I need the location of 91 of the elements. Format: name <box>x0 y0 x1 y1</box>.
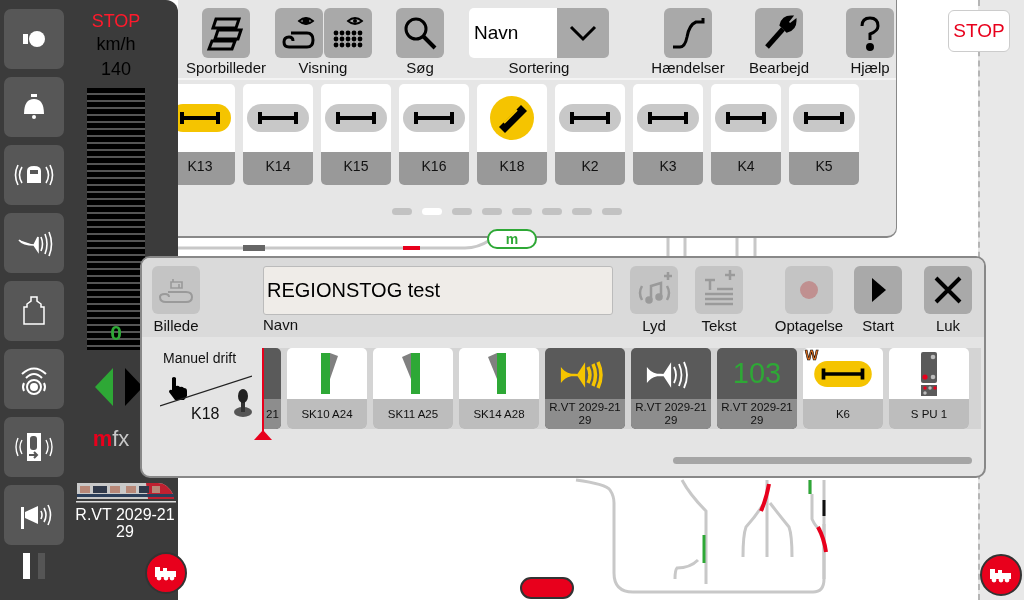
tile-label: K2 <box>555 152 625 185</box>
sequence-step[interactable]: R.VT 2029-21 29 <box>545 348 625 429</box>
toolbar-label: Visning <box>298 59 348 77</box>
article-tile[interactable]: K5 <box>789 84 859 185</box>
step-value: 103 <box>732 357 782 390</box>
button-label: Optagelse <box>774 317 844 335</box>
step-label: SK14 A28 <box>459 399 539 429</box>
step-label: R.VT 2029-21 29 <box>717 399 797 429</box>
reverse-arrow-icon[interactable] <box>95 368 113 406</box>
function-button[interactable] <box>4 77 64 137</box>
sequence-step[interactable]: SK11 A25 <box>373 348 453 429</box>
tile-label: K5 <box>789 152 859 185</box>
field-label: Navn <box>263 316 300 334</box>
toolbar-label: Søg <box>406 59 434 77</box>
chevron-down-icon <box>568 23 598 43</box>
stop-button[interactable]: STOP <box>948 10 1010 52</box>
toolbar-label: Hændelser <box>651 59 725 77</box>
step-label: K6 <box>803 399 883 429</box>
function-button[interactable] <box>4 213 64 273</box>
tag-letter: W <box>805 348 819 362</box>
function-button[interactable] <box>4 145 64 205</box>
toolbar-label: Bearbejd <box>748 59 809 77</box>
scrollbar[interactable] <box>673 457 972 464</box>
sequence-step[interactable]: 21 <box>264 348 281 429</box>
speed-unit: km/h <box>96 33 136 56</box>
step-label: R.VT 2029-21 29 <box>631 399 711 429</box>
step-label: S PU 1 <box>889 399 969 429</box>
events-button[interactable] <box>664 8 712 58</box>
sequence-step[interactable]: 103 R.VT 2029-21 29 <box>717 348 797 429</box>
forward-arrow-icon[interactable] <box>125 368 143 406</box>
sequence-step[interactable]: SK10 A24 <box>287 348 367 429</box>
block-marker[interactable] <box>520 577 574 599</box>
article-tile[interactable]: K2 <box>555 84 625 185</box>
tile-label: K18 <box>477 152 547 185</box>
hand-pointer-icon <box>167 376 187 400</box>
signal-icon <box>919 350 939 397</box>
function-button[interactable] <box>4 417 64 477</box>
function-button[interactable] <box>4 281 64 341</box>
search-button[interactable] <box>396 8 444 58</box>
edit-button[interactable] <box>755 8 803 58</box>
trigger-article: K18 <box>191 405 220 423</box>
view-button[interactable] <box>323 8 372 58</box>
article-tile[interactable]: K14 <box>243 84 313 185</box>
page-indicator-icon <box>23 553 47 579</box>
layouts-button[interactable] <box>202 8 250 58</box>
loco-name: R.VT 2029-21 29 <box>74 506 176 540</box>
article-tile[interactable]: K18 <box>477 84 547 185</box>
function-button[interactable] <box>4 349 64 409</box>
toolbar-label: Sortering <box>508 59 570 77</box>
function-button[interactable] <box>4 485 64 545</box>
sequence-step[interactable]: R.VT 2029-21 29 <box>631 348 711 429</box>
button-label: Tekst <box>701 317 737 335</box>
tile-label: K14 <box>243 152 313 185</box>
help-button[interactable] <box>846 8 894 58</box>
view-button[interactable] <box>274 8 323 58</box>
tile-label: K4 <box>711 152 781 185</box>
sequence-step[interactable]: SK14 A28 <box>459 348 539 429</box>
locomotive-icon <box>154 565 178 581</box>
close-button[interactable] <box>924 266 972 314</box>
step-label: R.VT 2029-21 29 <box>545 399 625 429</box>
article-tile[interactable]: K16 <box>399 84 469 185</box>
function-button[interactable] <box>4 9 64 69</box>
tile-label: K13 <box>178 152 235 185</box>
article-tile[interactable]: K4 <box>711 84 781 185</box>
step-label: SK11 A25 <box>373 399 453 429</box>
article-tile[interactable]: K15 <box>321 84 391 185</box>
name-field[interactable]: REGIONSTOG test <box>263 266 613 315</box>
button-label: Start <box>862 317 894 335</box>
max-speed: 140 <box>100 58 131 81</box>
speed-bar[interactable]: 0 <box>87 88 145 350</box>
button-label: Billede <box>153 317 199 335</box>
locomotive-icon <box>989 567 1013 583</box>
button-label: Luk <box>935 317 961 335</box>
joystick-icon <box>233 388 253 418</box>
loco-list-button[interactable] <box>145 552 187 594</box>
tile-label: K3 <box>633 152 703 185</box>
step-label: 21 <box>264 399 281 429</box>
article-tile[interactable]: K13 <box>178 84 235 185</box>
button-label: Lyd <box>642 317 666 335</box>
article-tile[interactable]: K3 <box>633 84 703 185</box>
toolbar-label: Sporbilleder <box>185 59 266 77</box>
sequence-step[interactable]: W K6 <box>803 348 883 429</box>
trigger-mode: Manuel drift <box>163 350 237 366</box>
decoder-logo: mfx <box>92 426 130 452</box>
tile-label: K15 <box>321 152 391 185</box>
step-label: SK10 A24 <box>287 399 367 429</box>
tile-label: K16 <box>399 152 469 185</box>
current-speed: 0 <box>109 322 123 344</box>
sequence-step[interactable]: S PU 1 <box>889 348 969 429</box>
toolbar-label: Hjælp <box>850 59 890 77</box>
start-button[interactable] <box>854 266 902 314</box>
